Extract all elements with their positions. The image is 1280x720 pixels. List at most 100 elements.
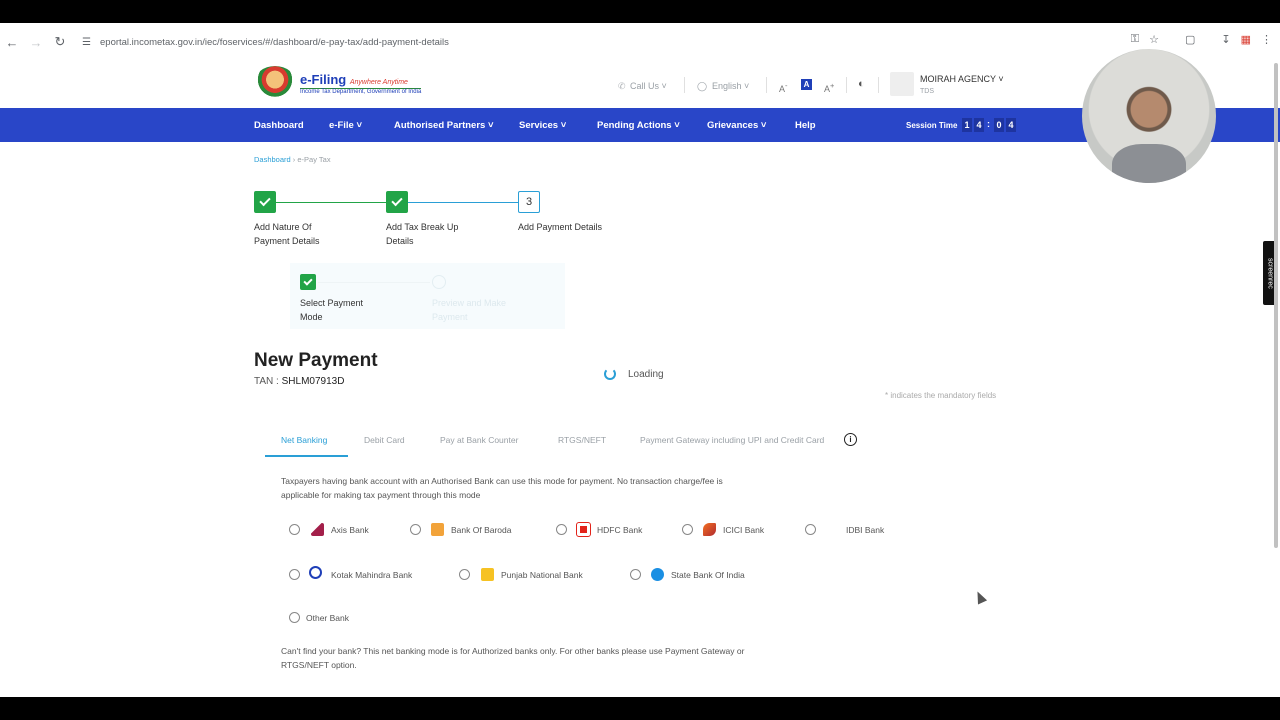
font-decrease-button[interactable]: A- <box>779 81 788 94</box>
bank-label[interactable]: IDBI Bank <box>846 525 884 535</box>
site-info-icon[interactable]: ☰ <box>82 37 91 48</box>
radio-state-bank-of-india[interactable] <box>630 569 641 580</box>
loading-indicator: Loading <box>604 368 664 380</box>
step-connector <box>408 202 518 203</box>
step-1-check-icon <box>254 191 276 213</box>
divider <box>766 77 767 93</box>
extensions-icon[interactable]: ▢ <box>1185 33 1195 46</box>
nav-efile[interactable]: e-File ˅ <box>329 120 362 131</box>
step-1-label: Add Nature Of Payment Details <box>254 222 320 246</box>
bank-label[interactable]: State Bank Of India <box>671 570 745 580</box>
substep-2-label: Preview and Make Payment <box>432 298 507 322</box>
substep-2-indicator <box>432 275 446 289</box>
tab-rtgs-neft[interactable]: RTGS/NEFT <box>558 435 606 445</box>
icici-bank-logo-icon <box>703 523 716 536</box>
divider <box>684 77 685 93</box>
mouse-cursor-icon <box>972 589 988 605</box>
info-icon[interactable]: i <box>844 433 857 446</box>
radio-axis-bank[interactable] <box>289 524 300 535</box>
user-menu[interactable]: MOIRAH AGENCY ˅ <box>920 74 1004 84</box>
bookmark-star-icon[interactable]: ☆ <box>1149 33 1159 46</box>
nav-services[interactable]: Services ˅ <box>519 120 566 131</box>
call-us-link[interactable]: Call Us ˅ <box>630 81 667 91</box>
efiling-logo[interactable]: e-Filing Anywhere Anytime Income Tax Dep… <box>254 66 422 100</box>
spinner-icon <box>604 368 616 380</box>
bank-label[interactable]: Other Bank <box>306 613 349 623</box>
radio-bank-of-baroda[interactable] <box>410 524 421 535</box>
nav-help[interactable]: Help <box>795 120 816 131</box>
radio-punjab-national-bank[interactable] <box>459 569 470 580</box>
tab-net-banking[interactable]: Net Banking <box>281 435 327 445</box>
bank-label[interactable]: Punjab National Bank <box>501 570 583 580</box>
url-text: eportal.incometax.gov.in/iec/foservices/… <box>100 36 449 48</box>
session-time-label: Session Time <box>906 121 958 130</box>
bank-label[interactable]: ICICI Bank <box>723 525 764 535</box>
nav-grievances[interactable]: Grievances ˅ <box>707 120 766 131</box>
bank-label[interactable]: Axis Bank <box>331 525 369 535</box>
sbi-logo-icon <box>651 568 664 581</box>
bank-of-baroda-logo-icon <box>431 523 444 536</box>
globe-icon: ◯ <box>697 81 708 91</box>
bank-help-note: Can't find your bank? This net banking m… <box>281 646 745 670</box>
nav-dashboard[interactable]: Dashboard <box>254 120 304 131</box>
step-2-label: Add Tax Break Up Details <box>386 222 459 246</box>
breadcrumb-dashboard[interactable]: Dashboard <box>254 155 291 164</box>
password-key-icon[interactable]: ⚿ <box>1131 33 1139 46</box>
radio-icici-bank[interactable] <box>682 524 693 535</box>
session-digit: 1 <box>962 118 972 132</box>
screen: ← → ↻ ☰ eportal.incometax.gov.in/iec/fos… <box>0 23 1280 697</box>
nav-authorised-partners[interactable]: Authorised Partners ˅ <box>394 120 494 131</box>
bank-label[interactable]: Kotak Mahindra Bank <box>331 570 412 580</box>
extension-red-icon[interactable]: ▦ <box>1241 33 1251 46</box>
session-digit: 0 <box>994 118 1004 132</box>
reload-icon[interactable]: ↻ <box>48 30 72 54</box>
kotak-bank-logo-icon <box>309 566 322 579</box>
active-tab-indicator <box>265 455 348 457</box>
radio-hdfc-bank[interactable] <box>556 524 567 535</box>
step-connector <box>276 202 386 203</box>
session-digit: 4 <box>1006 118 1016 132</box>
phone-icon: ✆ <box>618 81 626 91</box>
logo-title: e-Filing <box>300 71 347 87</box>
tab-payment-gateway[interactable]: Payment Gateway including UPI and Credit… <box>640 435 824 445</box>
language-select[interactable]: English ˅ <box>712 81 749 91</box>
avatar[interactable] <box>890 72 914 96</box>
emblem-icon <box>254 66 296 100</box>
bottom-letterbox <box>0 697 1280 720</box>
logo-subtitle: Income Tax Department, Government of Ind… <box>300 87 422 95</box>
bank-label[interactable]: Bank Of Baroda <box>451 525 511 535</box>
hdfc-bank-logo-icon <box>576 522 591 537</box>
divider <box>878 77 879 93</box>
browser-actions: ⚿ ☆ ▢ ↧ ▦ ⋮ <box>1131 33 1272 46</box>
forward-icon[interactable]: → <box>24 30 48 54</box>
net-banking-description: Taxpayers having bank account with an Au… <box>281 476 723 500</box>
substep-1-label: Select Payment Mode <box>300 298 364 322</box>
top-letterbox <box>0 0 1280 23</box>
breadcrumb: Dashboard › e-Pay Tax <box>254 155 331 164</box>
mandatory-note: * indicates the mandatory fields <box>885 391 997 400</box>
step-3-label: Add Payment Details <box>518 222 603 232</box>
page-title: New Payment <box>254 350 378 371</box>
bank-label[interactable]: HDFC Bank <box>597 525 642 535</box>
scrollbar[interactable] <box>1274 63 1278 548</box>
nav-pending-actions[interactable]: Pending Actions ˅ <box>597 120 680 131</box>
back-icon[interactable]: ← <box>0 30 24 54</box>
download-icon[interactable]: ↧ <box>1221 33 1230 46</box>
kebab-menu-icon[interactable]: ⋮ <box>1261 33 1272 46</box>
contrast-icon[interactable]: ◐ <box>858 78 865 90</box>
radio-other-bank[interactable] <box>289 612 300 623</box>
divider <box>846 77 847 93</box>
font-normal-button[interactable]: A <box>801 79 812 90</box>
radio-idbi-bank[interactable] <box>805 524 816 535</box>
radio-kotak-mahindra-bank[interactable] <box>289 569 300 580</box>
tan-info: TAN : SHLM07913D <box>254 376 345 387</box>
breadcrumb-current: e-Pay Tax <box>297 155 331 164</box>
address-bar[interactable]: ☰ eportal.incometax.gov.in/iec/foservice… <box>76 31 1106 53</box>
pnb-logo-icon <box>481 568 494 581</box>
tab-debit-card[interactable]: Debit Card <box>364 435 405 445</box>
session-colon: : <box>987 119 990 129</box>
tab-pay-at-bank-counter[interactable]: Pay at Bank Counter <box>440 435 518 445</box>
substep-check-icon <box>300 274 316 290</box>
browser-toolbar: ← → ↻ ☰ eportal.incometax.gov.in/iec/fos… <box>0 23 1280 61</box>
font-increase-button[interactable]: A+ <box>824 81 834 94</box>
